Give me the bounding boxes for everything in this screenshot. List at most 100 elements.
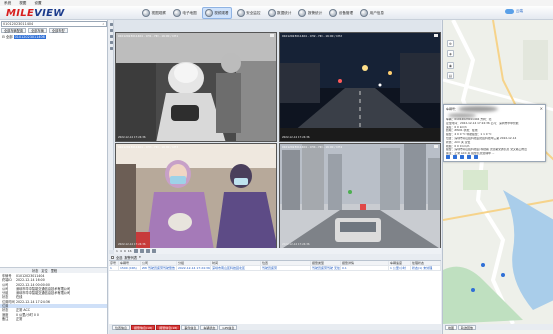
- filter-config[interactable]: 全部车辆配置: [1, 28, 27, 33]
- tab-location[interactable]: 定位: [41, 268, 47, 273]
- select-all-checkbox[interactable]: [111, 255, 114, 259]
- map-zoom-icon[interactable]: ⊕: [447, 40, 454, 47]
- column-header[interactable]: 车辆速度: [389, 261, 411, 265]
- vehicle-info-popup: 车辆号： × 车辆：01012023011404 方向：北 定位时间：2022-1…: [443, 104, 546, 162]
- column-header[interactable]: 序号: [109, 261, 119, 265]
- column-header[interactable]: 位置: [261, 261, 311, 265]
- toolbar-stats[interactable]: 数据统计: [266, 7, 294, 19]
- message-icon[interactable]: [460, 155, 464, 159]
- video-channel-3[interactable]: 01012023011404 - CH3 - HD - 16:00 / CH3 …: [115, 143, 277, 249]
- redacted-text: [458, 106, 498, 112]
- toolbar-device[interactable]: 设备管理: [327, 7, 355, 19]
- map-panel: ⊕ ◈ ◉ ▤ 车辆号： × 车辆：01012023011404 方向：北 定位时…: [442, 20, 553, 334]
- record-icon[interactable]: [145, 249, 150, 253]
- toolbar-video[interactable]: 视频观看: [201, 7, 232, 19]
- vehicle-search-input[interactable]: 01012023011404 ⌕: [1, 21, 107, 27]
- column-header[interactable]: 报警类型: [311, 261, 341, 265]
- toolbar-emap[interactable]: 电子地图: [171, 7, 199, 19]
- tree-expand-icon[interactable]: ⊟: [2, 35, 5, 39]
- toolbar-user[interactable]: 用户信息: [358, 7, 386, 19]
- device-icon: [329, 9, 338, 17]
- tab-track-playback[interactable]: 轨迹回放: [458, 324, 477, 330]
- menu-system[interactable]: 系统: [4, 1, 11, 6]
- tool-icon[interactable]: [110, 47, 113, 50]
- filter-type[interactable]: 全部车型: [48, 28, 68, 33]
- table-cell: 1: [109, 266, 119, 270]
- alarm-icon: [298, 9, 307, 17]
- toolbar-view-observe[interactable]: 视图观察: [140, 7, 168, 19]
- close-icon[interactable]: ×: [540, 106, 543, 111]
- video-channel-2[interactable]: 01012023011404 - CH2 - HD - 16:00 / CH2 …: [279, 32, 441, 142]
- camera-indicator-icon: [270, 34, 274, 37]
- alarm-list-dropdown[interactable]: 报警列表: [124, 255, 137, 260]
- tab-mileage[interactable]: 里程: [51, 268, 57, 273]
- table-row[interactable]: 1 1500 (CPA) ZW 驾驶员疲劳驾驶警告 2022-12-14 17:24:…: [109, 266, 441, 271]
- menu-view[interactable]: 视图: [19, 1, 26, 6]
- main-toolbar: 视图观察 电子地图 视频观看 安全监控 数据统计 报警统计 设备管理 用户信息: [140, 7, 386, 19]
- bottom-tab[interactable]: GPS信息: [219, 324, 238, 330]
- map-layer-icon[interactable]: ◈: [447, 50, 454, 57]
- video-icon[interactable]: [446, 155, 450, 159]
- search-icon[interactable]: ⌕: [101, 22, 106, 27]
- stop-icon[interactable]: [133, 249, 138, 253]
- video-channel-4[interactable]: 01012023011404 - CH4 - HD - 16:00 / CH4 …: [279, 143, 441, 249]
- layout-4[interactable]: 4: [120, 249, 122, 253]
- layout-1[interactable]: 1: [116, 249, 118, 253]
- map-ruler-icon[interactable]: ▤: [447, 72, 454, 79]
- popup-title: 车辆号：: [446, 107, 459, 111]
- cloud-button[interactable]: 云端: [504, 9, 523, 14]
- column-header[interactable]: 分组: [177, 261, 211, 265]
- vehicle-info-list: 车辆号 01012023011404 终端ID 2022-12-14 16:00 公司 2…: [0, 274, 107, 321]
- camera-icon: [204, 9, 213, 17]
- bottom-tabs: 位置信息 报警信息(18) 报警信息(18) 事件信息 车辆状态 GPS信息: [109, 324, 441, 330]
- tool-icon[interactable]: [110, 23, 113, 26]
- column-header[interactable]: 报警详情: [341, 261, 389, 265]
- menu-settings[interactable]: 设置: [34, 1, 41, 6]
- bottom-tab[interactable]: 事件信息: [181, 324, 200, 330]
- map-locate-icon[interactable]: ◉: [447, 62, 454, 69]
- video-channel-1[interactable]: 01012023011404 - CH1 - HD - 16:00 / CH1 …: [115, 32, 277, 142]
- column-header[interactable]: 处理状态: [411, 261, 441, 265]
- tool-icon[interactable]: [110, 41, 113, 44]
- tab-status[interactable]: 状态: [32, 268, 38, 273]
- snapshot-icon[interactable]: [139, 249, 144, 253]
- table-cell: 驾驶员疲劳: [261, 266, 311, 270]
- volume-icon[interactable]: [151, 249, 156, 253]
- bottom-tab[interactable]: 位置信息: [112, 324, 131, 330]
- bottom-tab[interactable]: 报警信息(18): [131, 324, 156, 330]
- filter-vehicles[interactable]: 全部车辆: [28, 28, 47, 33]
- tree-item-vehicle[interactable]: ⊟ 全部 01012023011406: [2, 34, 46, 39]
- photo-icon[interactable]: [467, 155, 471, 159]
- table-cell: 2022-12-14 17:24:36: [178, 266, 211, 270]
- eye-icon: [142, 9, 150, 17]
- video-timestamp: 2022-12-14 17:24:36: [282, 243, 310, 246]
- layout-9[interactable]: 9: [124, 249, 126, 253]
- column-header[interactable]: 公司: [141, 261, 177, 265]
- toolbar-alarm-stats[interactable]: 报警统计: [296, 7, 324, 19]
- chevron-down-icon[interactable]: ▾: [139, 255, 141, 259]
- more-icon[interactable]: [474, 155, 478, 159]
- table-cell: 深圳市南山区科技园北区: [211, 266, 261, 270]
- popup-actions: [446, 155, 478, 159]
- tool-icon[interactable]: [110, 29, 113, 32]
- tool-icon[interactable]: [110, 35, 113, 38]
- camera-indicator-icon: [434, 145, 438, 148]
- column-header[interactable]: 时间: [211, 261, 261, 265]
- left-panel: 01012023011404 ⌕ 全部车辆配置 全部车辆 全部车型 ⊟ 全部 01…: [0, 20, 108, 334]
- camera-indicator-icon: [270, 145, 274, 148]
- toolbar-security[interactable]: 安全监控: [235, 7, 263, 19]
- chart-icon: [267, 9, 276, 17]
- column-header[interactable]: 车辆号: [119, 261, 141, 265]
- app-window: 系统 视图 设置 MILEVIEW 视图观察 电子地图 视频观看 安全监控 数据…: [0, 0, 553, 334]
- track-icon[interactable]: [453, 155, 457, 159]
- layout-16[interactable]: 16: [128, 249, 132, 253]
- bottom-tab[interactable]: 报警信息(18): [156, 324, 181, 330]
- video-frame: [116, 144, 276, 248]
- info-key: 备注: [2, 316, 9, 321]
- bottom-tab[interactable]: 车辆状态: [200, 324, 219, 330]
- alarm-table: 序号 车辆号 公司 分组 时间 位置 报警类型 报警详情 车辆速度 处理状态 1 1500 (CPA)…: [109, 260, 441, 324]
- tab-map[interactable]: 地图: [445, 324, 458, 330]
- table-cell: 状态(1) 未处理: [411, 266, 441, 270]
- video-side-toolbar: [109, 20, 114, 250]
- map-canvas[interactable]: [443, 20, 553, 324]
